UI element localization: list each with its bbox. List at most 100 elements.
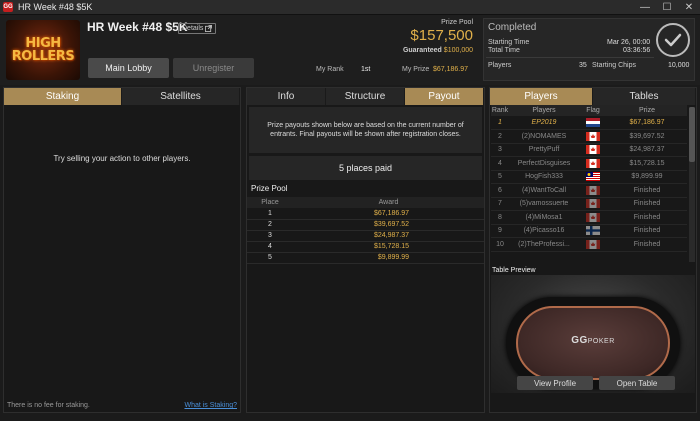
checkmark-icon [656, 23, 690, 57]
column-players[interactable]: Players [509, 105, 579, 116]
player-name: PrettyPuff [509, 143, 579, 157]
flag-canada-icon [579, 156, 607, 171]
guaranteed-amount: Guaranteed $100,000 [403, 47, 473, 54]
award-cell: $39,697.52 [293, 219, 484, 231]
prize-cell: $39,697.52 [607, 129, 687, 144]
column-rank[interactable]: Rank [491, 105, 509, 116]
tab-satellites[interactable]: Satellites [122, 88, 240, 105]
scrollbar-thumb[interactable] [689, 107, 695, 162]
player-name: (5)vamossuerte [509, 197, 579, 211]
table-row[interactable]: 1 EP2019 $67,186.97 [491, 116, 687, 130]
open-table-button[interactable]: Open Table [599, 376, 675, 390]
flag-malaysia-icon [579, 170, 607, 184]
flag-canada-icon [579, 183, 607, 198]
table-preview-actions: View Profile Open Table [517, 376, 675, 390]
rank-cell: 4 [491, 156, 509, 171]
my-prize-label: My Prize [402, 66, 430, 73]
total-time-value: 03:36:56 [623, 47, 651, 54]
staking-message: Try selling your action to other players… [53, 154, 191, 163]
window-title: HR Week #48 $5K [18, 2, 93, 12]
brand-poker: POKER [587, 338, 615, 345]
rank-cell: 3 [491, 143, 509, 157]
maximize-icon[interactable]: ☐ [656, 0, 678, 15]
rank-cell: 2 [491, 129, 509, 144]
table-row[interactable]: 4 PerfectDisguises $15,728.15 [491, 156, 687, 171]
flag-canada-icon [579, 143, 607, 157]
column-flag[interactable]: Flag [579, 105, 607, 116]
what-is-staking-link[interactable]: What is Staking? [184, 402, 237, 409]
tab-players[interactable]: Players [490, 88, 593, 105]
left-tabs: Staking Satellites [4, 88, 240, 105]
rank-cell: 8 [491, 210, 509, 225]
table-row[interactable]: 9 (4)Picasso16 Finished [491, 224, 687, 238]
table-row[interactable]: 3 PrettyPuff $24,987.37 [491, 143, 687, 157]
place-cell: 1 [247, 208, 293, 220]
table-row: 5 $9,899.99 [247, 252, 484, 264]
logo-text-line2: ROLLERS [11, 49, 75, 64]
award-cell: $9,899.99 [293, 252, 484, 264]
table-row[interactable]: 7 (5)vamossuerte Finished [491, 197, 687, 211]
places-paid: 5 places paid [249, 156, 482, 180]
tournament-status-box: Completed Starting Time Mar 26, 00:00 To… [483, 18, 695, 81]
title-bar: GG HR Week #48 $5K — ☐ ✕ [0, 0, 700, 15]
brand-gg: GG [571, 335, 588, 346]
tab-structure[interactable]: Structure [326, 88, 405, 105]
app-icon: GG [3, 2, 13, 12]
right-tabs: Players Tables [490, 88, 696, 105]
main-lobby-button[interactable]: Main Lobby [88, 58, 169, 78]
tournament-header: HIGH ROLLERS HR Week #48 $5K Details Mai… [0, 15, 700, 85]
award-cell: $24,987.37 [293, 230, 484, 242]
close-icon[interactable]: ✕ [678, 0, 700, 15]
my-prize-value: $67,186.97 [433, 66, 469, 73]
players-table-header: Rank Players Flag Prize [491, 105, 687, 116]
prize-pool-value: $157,500 [410, 27, 473, 44]
flag-canada-icon [579, 237, 607, 252]
tab-staking[interactable]: Staking [4, 88, 122, 105]
payout-table-header: Place Award [247, 197, 484, 208]
place-cell: 4 [247, 241, 293, 253]
view-profile-button[interactable]: View Profile [517, 376, 593, 390]
players-scrollbar[interactable] [689, 107, 695, 262]
starting-time-label: Starting Time [488, 39, 530, 46]
unregister-button[interactable]: Unregister [173, 58, 254, 78]
tab-tables[interactable]: Tables [593, 88, 696, 105]
table-row: 3 $24,987.37 [247, 230, 484, 242]
column-place: Place [247, 197, 293, 208]
prize-cell: Finished [607, 183, 687, 198]
prize-cell: $24,987.37 [607, 143, 687, 157]
prize-pool-title: Prize Pool [251, 184, 288, 193]
external-link-icon [205, 25, 213, 32]
table-row[interactable]: 2 (2)NOMAMES $39,697.52 [491, 129, 687, 144]
starting-chips-label: Starting Chips [592, 62, 636, 69]
ggpoker-logo: GGPOKER [491, 335, 695, 346]
flag-canada-icon [579, 129, 607, 144]
prize-cell: Finished [607, 210, 687, 225]
column-prize[interactable]: Prize [607, 105, 687, 116]
staking-panel: Staking Satellites Try selling your acti… [3, 87, 241, 413]
tab-info[interactable]: Info [247, 88, 326, 105]
payout-panel: Info Structure Payout Prize payouts show… [246, 87, 485, 413]
place-cell: 3 [247, 230, 293, 242]
player-name: EP2019 [509, 116, 579, 130]
players-panel: Players Tables Rank Players Flag Prize 1… [489, 87, 697, 413]
minimize-icon[interactable]: — [634, 0, 656, 15]
rank-cell: 1 [491, 116, 509, 130]
status-text: Completed [488, 22, 537, 33]
table-row[interactable]: 10 (2)TheProfessi... Finished [491, 237, 687, 252]
details-label: Details [182, 25, 204, 32]
table-row[interactable]: 6 (4)WantToCall Finished [491, 183, 687, 198]
place-cell: 5 [247, 252, 293, 264]
table-row[interactable]: 5 HogFish333 $9,899.99 [491, 170, 687, 184]
staking-footer-text: There is no fee for staking. [7, 402, 90, 409]
players-table: Rank Players Flag Prize 1 EP2019 $67,186… [491, 105, 687, 252]
table-row[interactable]: 8 (4)MiMosa1 Finished [491, 210, 687, 225]
place-cell: 2 [247, 219, 293, 231]
details-button[interactable]: Details [178, 23, 217, 34]
table-preview-label: Table Preview [492, 267, 536, 274]
tab-payout[interactable]: Payout [405, 88, 484, 105]
middle-tabs: Info Structure Payout [247, 88, 484, 105]
high-rollers-logo: HIGH ROLLERS [6, 20, 80, 80]
prize-cell: Finished [607, 197, 687, 211]
column-award: Award [293, 197, 484, 208]
player-name: HogFish333 [509, 170, 579, 184]
